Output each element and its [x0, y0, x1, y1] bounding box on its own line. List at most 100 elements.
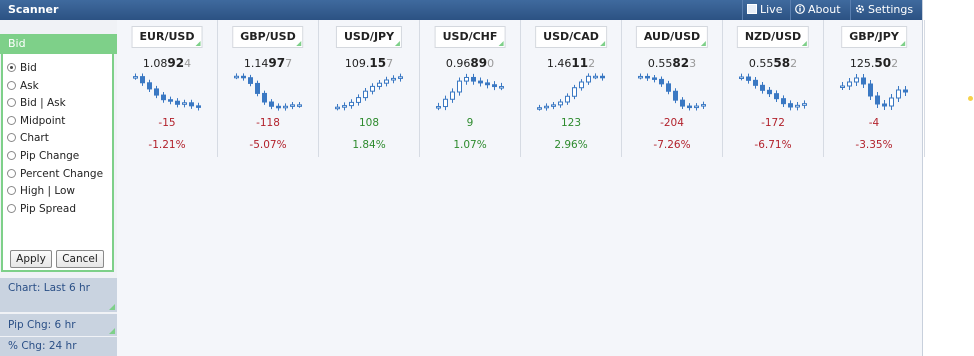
- candle-body: [182, 102, 187, 105]
- candle-body: [638, 75, 643, 79]
- option-percent-change[interactable]: Percent Change: [7, 166, 103, 182]
- pair-label[interactable]: GBP/USD: [232, 26, 304, 48]
- sparkline-chart: [537, 73, 605, 111]
- candle-body: [854, 77, 859, 83]
- radio-icon[interactable]: [7, 116, 16, 125]
- radio-icon[interactable]: [7, 98, 16, 107]
- corner-icon: [195, 41, 201, 46]
- candle-body: [795, 104, 800, 108]
- sparkline-chart: [739, 73, 807, 111]
- candle-body: [154, 88, 159, 96]
- pair-column-usd-jpy[interactable]: USD/JPY 109.157 108 1.84%: [319, 20, 420, 157]
- percent-change: -1.21%: [148, 139, 186, 151]
- radio-icon[interactable]: [7, 186, 16, 195]
- candle-body: [868, 83, 873, 97]
- option-bid-ask[interactable]: Bid | Ask: [7, 95, 66, 111]
- radio-icon[interactable]: [7, 63, 16, 72]
- candle-body: [659, 78, 664, 85]
- option-chart[interactable]: Chart: [7, 130, 49, 146]
- candle-body: [189, 102, 194, 107]
- corner-icon: [296, 41, 302, 46]
- pip-change-period-section[interactable]: Pip Chg: 6 hr: [0, 314, 117, 336]
- pair-label[interactable]: NZD/USD: [736, 26, 810, 48]
- pair-column-nzd-usd[interactable]: NZD/USD 0.55582 -172 -6.71%: [723, 20, 824, 157]
- candle-body: [241, 75, 246, 79]
- candle-body: [335, 106, 340, 110]
- percent-change-period-section[interactable]: % Chg: 24 hr: [0, 337, 117, 356]
- sparkle-icon: [968, 96, 973, 101]
- pair-label[interactable]: USD/CAD: [535, 26, 607, 48]
- candle-body: [666, 83, 671, 92]
- apply-button[interactable]: Apply: [10, 250, 52, 268]
- pair-column-aud-usd[interactable]: AUD/USD 0.55823 -204 -7.26%: [622, 20, 723, 157]
- pair-label[interactable]: USD/CHF: [434, 26, 506, 48]
- candle-body: [499, 86, 504, 89]
- cancel-button[interactable]: Cancel: [56, 250, 104, 268]
- candle-body: [565, 95, 570, 103]
- pip-change: 123: [560, 117, 582, 129]
- pair-column-usd-cad[interactable]: USD/CAD 1.46112 123 2.96%: [521, 20, 622, 157]
- radio-icon[interactable]: [7, 81, 16, 90]
- candle-body: [572, 87, 577, 97]
- candle-body: [384, 79, 389, 84]
- percent-change: -5.07%: [249, 139, 287, 151]
- candle-body: [760, 84, 765, 91]
- display-mode-panel: Bid Ask Bid | Ask Midpoint Chart Pip Cha…: [1, 54, 114, 272]
- pair-label[interactable]: USD/JPY: [335, 26, 403, 48]
- pair-column-eur-usd[interactable]: EUR/USD 1.08924 -15 -1.21%: [117, 20, 218, 157]
- pair-label[interactable]: EUR/USD: [131, 26, 203, 48]
- candle-body: [802, 103, 807, 106]
- live-button[interactable]: Live: [742, 0, 790, 20]
- candle-body: [262, 92, 267, 103]
- corner-icon: [899, 41, 905, 46]
- candle-body: [586, 75, 591, 83]
- pair-column-gbp-usd[interactable]: GBP/USD 1.14977 -118 -5.07%: [218, 20, 319, 157]
- radio-icon[interactable]: [7, 169, 16, 178]
- candle-body: [673, 90, 678, 101]
- option-bid[interactable]: Bid: [7, 60, 37, 76]
- scanner-grid: EUR/USD 1.08924 -15 -1.21% GBP/USD 1.149…: [117, 20, 925, 356]
- candle-body: [269, 101, 274, 107]
- candle-body: [161, 94, 166, 101]
- candle-body: [342, 105, 347, 108]
- settings-button[interactable]: Settings: [850, 0, 922, 20]
- chart-period-section[interactable]: Chart: Last 6 hr: [0, 278, 117, 312]
- candle-body: [147, 82, 152, 90]
- about-button[interactable]: About: [790, 0, 850, 20]
- mode-header[interactable]: Bid: [0, 34, 117, 54]
- candle-body: [753, 79, 758, 86]
- pair-column-usd-chf[interactable]: USD/CHF 0.96890 9 1.07%: [420, 20, 521, 157]
- candle-body: [464, 76, 469, 82]
- candle-body: [391, 77, 396, 81]
- pip-change: -4: [868, 117, 880, 129]
- candle-body: [840, 85, 845, 88]
- pair-label[interactable]: GBP/JPY: [841, 26, 907, 48]
- candle-body: [537, 107, 542, 110]
- candle-body: [436, 106, 441, 109]
- candle-body: [544, 105, 549, 109]
- option-pip-spread[interactable]: Pip Spread: [7, 201, 76, 217]
- radio-icon[interactable]: [7, 151, 16, 160]
- price: 0.55823: [647, 56, 697, 70]
- option-midpoint[interactable]: Midpoint: [7, 113, 65, 129]
- radio-icon[interactable]: [7, 133, 16, 142]
- info-icon: [795, 1, 805, 14]
- candle-body: [558, 101, 563, 106]
- pip-change: -172: [761, 117, 785, 129]
- radio-icon[interactable]: [7, 204, 16, 213]
- live-label: Live: [760, 3, 783, 16]
- option-high-low[interactable]: High | Low: [7, 183, 75, 199]
- candle-body: [680, 99, 685, 107]
- pair-label[interactable]: AUD/USD: [635, 26, 709, 48]
- about-label: About: [808, 3, 841, 16]
- expand-corner-icon: [109, 328, 115, 334]
- candle-body: [774, 93, 779, 100]
- candle-body: [889, 97, 894, 107]
- candle-body: [133, 76, 138, 79]
- candle-body: [551, 104, 556, 107]
- gear-icon: [855, 1, 865, 14]
- pair-column-gbp-jpy[interactable]: GBP/JPY 125.502 -4 -3.35%: [824, 20, 925, 157]
- option-pip-change[interactable]: Pip Change: [7, 148, 79, 164]
- option-ask[interactable]: Ask: [7, 78, 39, 94]
- expand-corner-icon: [109, 304, 115, 310]
